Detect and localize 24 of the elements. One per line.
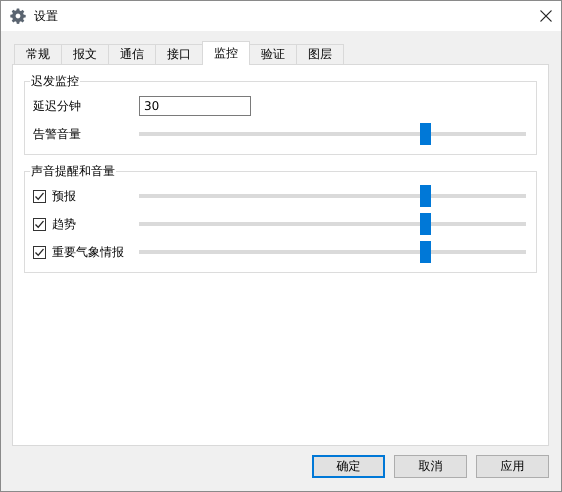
slider-thumb[interactable] <box>420 123 432 145</box>
checkbox[interactable] <box>33 246 46 258</box>
window-title: 设置 <box>34 8 59 24</box>
dialog-button[interactable]: 应用 <box>476 455 549 478</box>
gear-icon <box>10 8 26 24</box>
field-label: 告警音量 <box>33 126 82 142</box>
group-title: 迟发监控 <box>30 73 80 90</box>
field-label: 延迟分钟 <box>33 98 82 114</box>
checkbox-label: 重要气象情报 <box>52 244 124 260</box>
tab[interactable]: 监控 <box>202 41 250 65</box>
group-title: 声音提醒和音量 <box>30 163 116 180</box>
slider-thumb[interactable] <box>420 241 432 263</box>
dialog-button[interactable]: 取消 <box>394 455 467 478</box>
tab[interactable]: 常规 <box>14 44 62 64</box>
tab[interactable]: 图层 <box>296 44 344 64</box>
checkbox[interactable] <box>33 190 46 202</box>
checkbox-label: 趋势 <box>52 216 76 232</box>
checkbox-label: 预报 <box>52 188 76 204</box>
delay-input[interactable]: 30 <box>139 96 251 116</box>
slider-thumb[interactable] <box>420 185 432 207</box>
dialog-button[interactable]: 确定 <box>312 455 385 478</box>
close-icon[interactable] <box>540 10 552 22</box>
slider-thumb[interactable] <box>420 213 432 235</box>
checkbox[interactable] <box>33 218 46 230</box>
